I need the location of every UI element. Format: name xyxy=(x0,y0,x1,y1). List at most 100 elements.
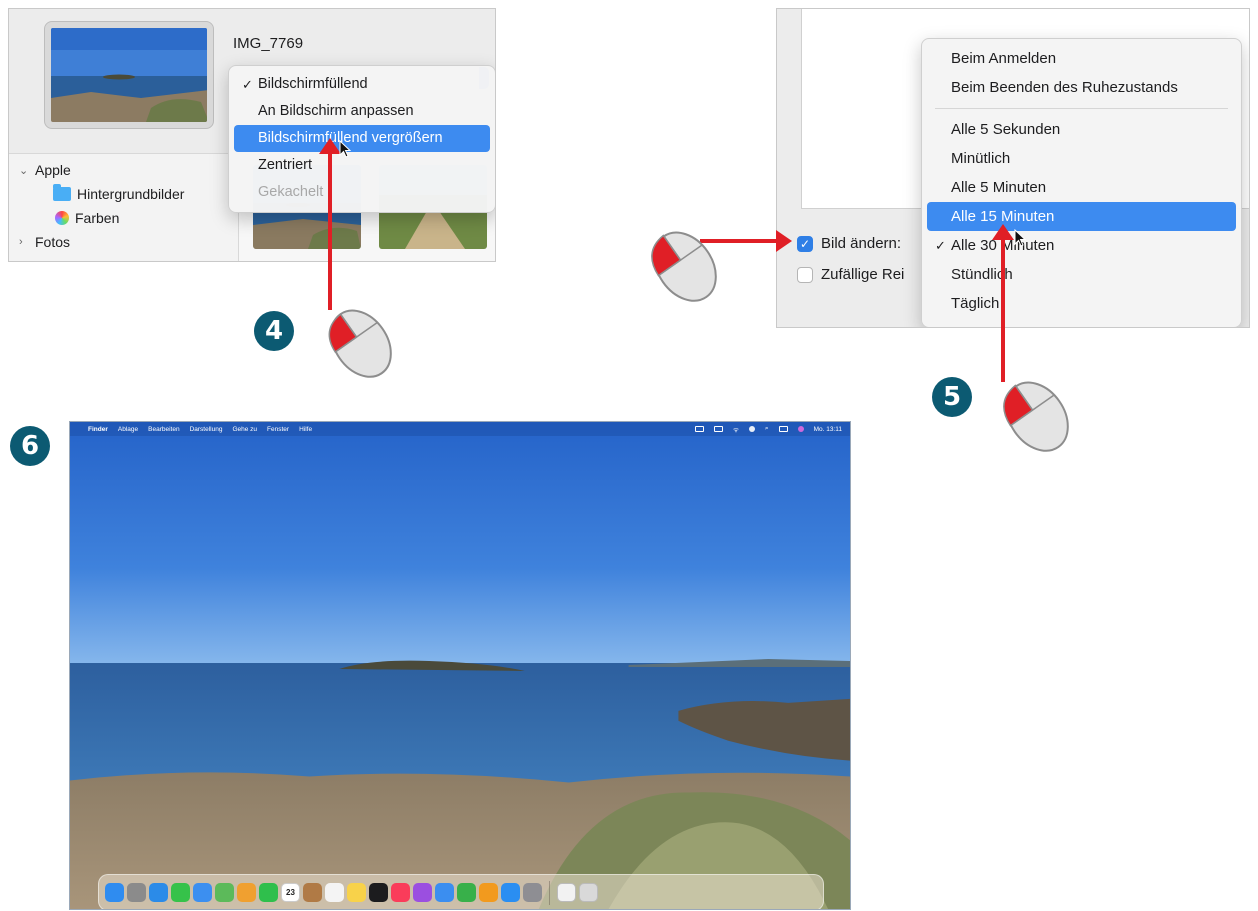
step-badge-4: 4 xyxy=(254,311,294,351)
maps-icon[interactable] xyxy=(215,883,234,902)
red-arrow-line xyxy=(328,150,332,310)
checkmark-icon: ✓ xyxy=(935,238,946,253)
menu-item-darstellung[interactable]: Darstellung xyxy=(190,426,223,433)
menu-item-hilfe[interactable]: Hilfe xyxy=(299,426,312,433)
macos-dock: 23 xyxy=(98,874,824,909)
menu-item-fenster[interactable]: Fenster xyxy=(267,426,289,433)
menu-item[interactable]: Alle 15 Minuten xyxy=(927,202,1236,231)
current-wallpaper-preview xyxy=(44,21,214,129)
change-picture-label: Bild ändern: xyxy=(821,235,902,252)
menu-item[interactable]: ✓ Bildschirmfüllend xyxy=(234,71,490,98)
photos-icon[interactable] xyxy=(237,883,256,902)
menu-item[interactable]: Stündlich xyxy=(927,260,1236,289)
sidebar-item-label: Hintergrundbilder xyxy=(77,186,185,202)
document-icon[interactable] xyxy=(557,883,576,902)
mail-icon[interactable] xyxy=(193,883,212,902)
messages-icon[interactable] xyxy=(171,883,190,902)
menu-item-label: Beim Anmelden xyxy=(951,50,1057,67)
music-icon[interactable] xyxy=(391,883,410,902)
chevron-right-icon: › xyxy=(19,236,23,248)
arrow-up-icon xyxy=(319,138,341,154)
user-icon[interactable] xyxy=(748,426,755,432)
menu-item[interactable]: Alle 5 Sekunden xyxy=(927,115,1236,144)
fill-mode-menu: ✓ Bildschirmfüllend An Bildschirm anpassen… xyxy=(228,65,495,213)
change-picture-checkbox[interactable]: ✓ xyxy=(797,235,813,252)
menu-item[interactable]: ✓ Alle 30 Minuten xyxy=(927,231,1236,260)
random-order-checkbox[interactable] xyxy=(797,266,813,283)
sidebar-item-farben[interactable]: Farben xyxy=(55,210,119,226)
chevron-down-icon: ⌄ xyxy=(19,164,29,177)
facetime-icon[interactable] xyxy=(259,883,278,902)
keyboard-icon[interactable] xyxy=(694,426,704,432)
apple-tv-icon[interactable] xyxy=(369,883,388,902)
menu-item-label: Beim Beenden des Ruhezustands xyxy=(951,79,1178,96)
menu-item-gehe-zu[interactable]: Gehe zu xyxy=(232,426,257,433)
sidebar-group-label: Fotos xyxy=(35,234,71,250)
contacts-icon[interactable] xyxy=(303,883,322,902)
random-order-checkbox-row[interactable]: Zufällige Rei xyxy=(797,266,904,283)
red-arrow-line xyxy=(1001,236,1005,382)
sidebar-group-apple[interactable]: ⌄ Apple xyxy=(19,162,71,178)
mouse-pointer-icon xyxy=(1014,229,1026,247)
menu-item-label: Alle 5 Minuten xyxy=(951,179,1047,196)
mouse-click-icon xyxy=(1003,381,1069,452)
menu-item-ablage[interactable]: Ablage xyxy=(118,426,138,433)
trash-icon[interactable] xyxy=(579,883,598,902)
menu-item[interactable]: An Bildschirm anpassen xyxy=(234,98,490,125)
finder-icon[interactable] xyxy=(105,883,124,902)
checkmark-icon: ✓ xyxy=(242,77,253,92)
launchpad-icon[interactable] xyxy=(127,883,146,902)
menu-item[interactable]: Minütlich xyxy=(927,144,1236,173)
step-badge-5: 5 xyxy=(932,377,972,417)
menu-app-name[interactable]: Finder xyxy=(88,426,108,433)
desktop-screenshot: Finder Ablage Bearbeiten Darstellung Geh… xyxy=(69,421,851,910)
reminders-icon[interactable] xyxy=(325,883,344,902)
macos-menu-bar: Finder Ablage Bearbeiten Darstellung Geh… xyxy=(70,422,850,436)
control-center-icon[interactable] xyxy=(778,426,788,432)
wifi-icon[interactable]: ᯤ xyxy=(733,425,739,434)
sidebar-group-fotos[interactable]: › Fotos xyxy=(19,234,70,250)
arrow-up-icon xyxy=(992,224,1014,240)
mouse-click-icon xyxy=(328,309,392,378)
menu-item[interactable]: Täglich xyxy=(927,289,1236,318)
menu-item-label: Zentriert xyxy=(258,157,312,173)
change-interval-menu: Beim Anmelden Beim Beenden des Ruhezustan… xyxy=(921,38,1242,327)
system-preferences-icon[interactable] xyxy=(523,883,542,902)
menu-bar-clock[interactable]: Mo. 13:11 xyxy=(814,426,842,433)
folder-icon xyxy=(53,184,71,201)
wallpaper-thumbnail xyxy=(51,28,207,122)
wallpaper-source-sidebar: ⌄ Apple Hintergrundbilder Farben › Fotos xyxy=(9,153,239,261)
sidebar-group-label: Apple xyxy=(35,162,71,178)
keynote-icon[interactable] xyxy=(435,883,454,902)
podcasts-icon[interactable] xyxy=(413,883,432,902)
arrow-right-icon xyxy=(776,230,792,252)
numbers-icon[interactable] xyxy=(457,883,476,902)
menu-item-bearbeiten[interactable]: Bearbeiten xyxy=(148,426,179,433)
wallpaper-settings-panel: IMG_7769 ⌄ Apple Hintergrundbilder Farbe… xyxy=(8,8,496,262)
menu-item[interactable]: Beim Anmelden xyxy=(927,44,1236,73)
menu-item-label: Gekachelt xyxy=(258,184,324,200)
color-wheel-icon xyxy=(55,211,69,225)
calendar-icon[interactable]: 23 xyxy=(281,883,300,902)
menu-separator xyxy=(935,108,1228,109)
wallpaper-filename: IMG_7769 xyxy=(233,35,304,52)
random-order-label: Zufällige Rei xyxy=(821,266,905,283)
menu-item[interactable]: Zentriert xyxy=(234,152,490,179)
menu-item: Gekachelt xyxy=(234,179,490,206)
sidebar-item-hintergrundbilder[interactable]: Hintergrundbilder xyxy=(53,184,185,202)
app-store-icon[interactable] xyxy=(501,883,520,902)
menu-item-label: Täglich xyxy=(951,295,1000,312)
change-picture-settings-panel: ✓ Bild ändern: Zufällige Rei Beim Anmeld… xyxy=(776,8,1250,328)
menu-item[interactable]: Beim Beenden des Ruhezustands xyxy=(927,73,1236,102)
siri-icon[interactable] xyxy=(797,426,804,432)
change-picture-checkbox-row[interactable]: ✓ Bild ändern: xyxy=(797,235,901,252)
safari-icon[interactable] xyxy=(149,883,168,902)
menu-item-label: Alle 5 Sekunden xyxy=(951,121,1061,138)
menu-item[interactable]: Alle 5 Minuten xyxy=(927,173,1236,202)
pages-icon[interactable] xyxy=(479,883,498,902)
calendar-day: 23 xyxy=(286,888,295,897)
battery-icon[interactable] xyxy=(713,426,723,432)
menu-item[interactable]: Bildschirmfüllend vergrößern xyxy=(234,125,490,152)
notes-icon[interactable] xyxy=(347,883,366,902)
search-icon[interactable]: ⌕ xyxy=(765,425,769,433)
